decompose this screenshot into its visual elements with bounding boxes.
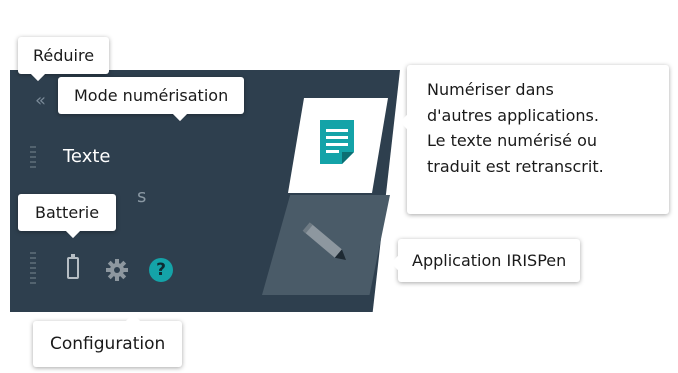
tooltip-configuration: Configuration — [33, 321, 183, 367]
document-icon — [320, 120, 354, 164]
tooltip-reduire: Réduire — [18, 37, 110, 74]
level-indicator-ticks — [30, 252, 36, 287]
sidebar-item-texte[interactable]: Texte — [63, 146, 110, 167]
pen-icon — [302, 222, 347, 260]
tooltip-mode-text: Mode numérisation — [74, 86, 229, 105]
tooltip-numeriser-line: Numériser dans — [427, 80, 554, 99]
tooltip-batterie-text: Batterie — [35, 203, 100, 222]
collapse-icon[interactable]: « — [35, 90, 46, 111]
help-icon[interactable]: ? — [149, 258, 173, 282]
tooltip-numeriser-line: Le texte numérisé ou — [427, 131, 597, 151]
tooltip-numeriser-line: traduit est retranscrit. — [427, 156, 604, 176]
sidebar-item-partial-label[interactable]: s — [137, 186, 146, 207]
mode-indicator-ticks — [30, 146, 36, 171]
tooltip-mode-numerisation: Mode numérisation — [58, 77, 245, 114]
tooltip-configuration-text: Configuration — [50, 334, 166, 354]
battery-icon[interactable] — [67, 254, 79, 279]
tooltip-application-irispen: Application IRISPen — [398, 239, 581, 282]
tooltip-irispen-text: Application IRISPen — [412, 251, 567, 270]
tooltip-numeriser: Numériser dans d'autres applications. Le… — [407, 65, 669, 214]
gear-icon[interactable] — [105, 258, 129, 282]
tooltip-numeriser-line: d'autres applications. — [427, 105, 599, 125]
tooltip-batterie: Batterie — [18, 194, 117, 231]
tooltip-reduire-text: Réduire — [33, 46, 95, 65]
